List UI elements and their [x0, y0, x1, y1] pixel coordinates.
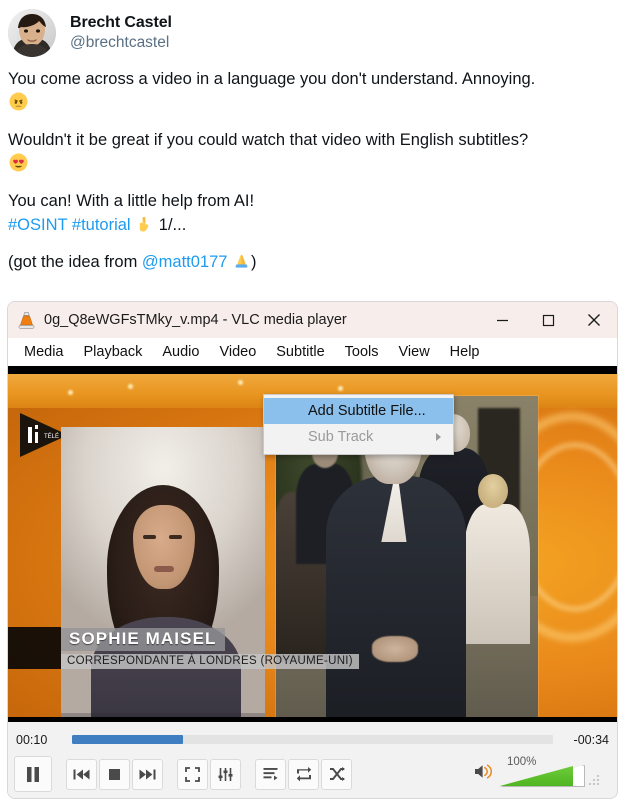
minimize-icon	[496, 319, 508, 321]
seek-progress-fill	[72, 735, 183, 744]
stop-button[interactable]	[99, 758, 130, 790]
avatar[interactable]	[8, 9, 56, 57]
volume-percent-label: 100%	[507, 756, 537, 768]
speaker-icon	[475, 764, 493, 779]
remaining-time[interactable]: -00:34	[563, 733, 609, 747]
pause-button[interactable]	[14, 756, 52, 792]
lower-third-subtitle: CORRESPONDANTE À LONDRES (ROYAUME-UNI)	[61, 654, 359, 669]
credit-suffix: )	[251, 252, 257, 271]
tweet-text: You come across a video in a language yo…	[0, 58, 625, 274]
menu-view[interactable]: View	[389, 340, 440, 364]
vlc-title-bar[interactable]: 0g_Q8eWGFsTMky_v.mp4 - VLC media player	[8, 302, 617, 338]
vlc-media-player-window: 0g_Q8eWGFsTMky_v.mp4 - VLC media player	[8, 302, 617, 798]
hashtag-tutorial[interactable]: #tutorial	[72, 216, 131, 234]
menu-tools[interactable]: Tools	[335, 340, 389, 364]
paragraph-1-text: You come across a video in a language yo…	[8, 70, 536, 88]
seek-slider[interactable]	[72, 735, 553, 744]
shuffle-button[interactable]	[321, 758, 352, 790]
previous-icon	[73, 769, 90, 779]
subtitle-dropdown-menu: Add Subtitle File... Sub Track	[263, 394, 454, 455]
fullscreen-button[interactable]	[177, 758, 208, 790]
profile-photo-image	[8, 9, 56, 57]
tweet-paragraph-1: You come across a video in a language yo…	[8, 68, 615, 116]
hashtag-osint[interactable]: #OSINT	[8, 216, 67, 234]
window-controls	[479, 302, 617, 338]
fullscreen-icon	[185, 766, 200, 782]
stop-icon	[109, 768, 120, 780]
menu-help[interactable]: Help	[440, 340, 490, 364]
tweet-paragraph-4: (got the idea from @matt0177 )	[8, 251, 615, 275]
playlist-button[interactable]	[255, 758, 286, 790]
equalizer-icon	[218, 767, 233, 781]
menu-video[interactable]: Video	[209, 340, 266, 364]
user-handle: @brechtcastel	[70, 33, 170, 51]
sub-track-label: Sub Track	[308, 429, 374, 445]
thread-counter: 1/...	[158, 215, 187, 234]
volume-fill	[500, 766, 573, 786]
playlist-icon	[263, 768, 278, 781]
close-icon	[588, 314, 600, 326]
tweet-paragraph-3: You can! With a little help from AI! #OS…	[8, 190, 615, 238]
menu-media[interactable]: Media	[14, 340, 74, 364]
menu-item-sub-track[interactable]: Sub Track	[264, 424, 453, 450]
submenu-chevron-icon	[436, 433, 441, 441]
studio-presenter-panel	[61, 427, 265, 717]
minimize-button[interactable]	[479, 302, 525, 338]
loop-icon	[296, 767, 311, 781]
vlc-control-bar: 00:10 -00:34 100%	[8, 722, 617, 798]
resize-grip-icon[interactable]	[589, 773, 601, 785]
vlc-menu-bar: Media Playback Audio Video Subtitle Tool…	[8, 338, 617, 366]
volume-slider[interactable]: 100%	[499, 756, 585, 789]
elapsed-time: 00:10	[16, 732, 48, 747]
angry-face-emoji	[9, 92, 28, 111]
backhand-index-pointing-down-emoji	[139, 216, 149, 232]
menu-item-add-subtitle-file[interactable]: Add Subtitle File...	[264, 398, 453, 424]
next-icon	[139, 769, 156, 779]
seek-row: 00:10 -00:34	[8, 726, 617, 750]
display-name: Brecht Castel	[70, 14, 172, 32]
lower-third-name: SOPHIE MAISEL	[61, 628, 225, 651]
paragraph-2-text: Wouldn't it be great if you could watch …	[8, 130, 529, 149]
smiling-face-with-heart-eyes-emoji	[9, 153, 28, 172]
vlc-cone-icon	[18, 312, 35, 329]
pause-icon	[27, 766, 39, 782]
transport-controls: 100%	[8, 750, 617, 794]
lower-third-banner: SOPHIE MAISEL CORRESPONDANTE À LONDRES (…	[61, 628, 401, 669]
maximize-button[interactable]	[525, 302, 571, 338]
author-names: Brecht Castel @brechtcastel	[70, 14, 172, 51]
next-button[interactable]	[132, 758, 163, 790]
tweet-paragraph-2: Wouldn't it be great if you could watch …	[8, 129, 615, 177]
menu-playback[interactable]: Playback	[74, 340, 153, 364]
close-button[interactable]	[571, 302, 617, 338]
loop-button[interactable]	[288, 758, 319, 790]
credit-prefix: (got the idea from	[8, 252, 142, 271]
menu-subtitle[interactable]: Subtitle	[266, 340, 335, 364]
video-letterbox-left	[8, 627, 61, 669]
menu-audio[interactable]: Audio	[152, 340, 209, 364]
tweet-author-header: Brecht Castel @brechtcastel	[0, 0, 625, 58]
paragraph-3-text: You can! With a little help from AI!	[8, 191, 255, 210]
shuffle-icon	[329, 767, 345, 781]
svg-text:TÉLÉ: TÉLÉ	[44, 433, 59, 440]
folded-hands-emoji	[235, 254, 248, 268]
mute-button[interactable]	[474, 763, 493, 785]
extended-settings-button[interactable]	[210, 758, 241, 790]
mention-matt0177[interactable]: @matt0177	[142, 253, 228, 271]
maximize-icon	[542, 314, 554, 326]
volume-control: 100%	[474, 756, 609, 789]
video-surface[interactable]: TÉLÉ SOPHIE MAISEL CORRESPONDANTE À LOND…	[8, 366, 617, 722]
previous-button[interactable]	[66, 758, 97, 790]
window-title: 0g_Q8eWGFsTMky_v.mp4 - VLC media player	[44, 312, 347, 328]
